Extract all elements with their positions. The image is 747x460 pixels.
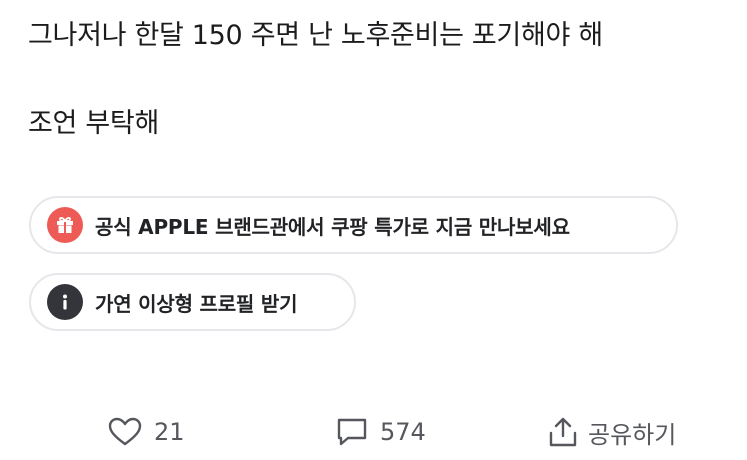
like-button[interactable]: 21 <box>108 410 185 454</box>
sponsored-link-label: 공식 APPLE 브랜드관에서 쿠팡 특가로 지금 만나보세요 <box>95 214 570 239</box>
heart-icon <box>108 417 142 447</box>
sponsored-link-chip[interactable]: 공식 APPLE 브랜드관에서 쿠팡 특가로 지금 만나보세요 <box>29 196 678 254</box>
comment-count: 574 <box>380 418 426 446</box>
post-text-line: 그나저나 한달 150 주면 난 노후준비는 포기해야 해 <box>28 20 603 51</box>
post-body: 그나저나 한달 150 주면 난 노후준비는 포기해야 해 조언 부탁해 <box>28 14 728 146</box>
profile-link-label: 가연 이상형 프로필 받기 <box>95 291 298 316</box>
profile-link-chip[interactable]: 가연 이상형 프로필 받기 <box>29 273 356 331</box>
gift-icon <box>47 207 83 243</box>
share-button[interactable]: 공유하기 <box>548 410 676 454</box>
info-icon <box>47 284 83 320</box>
comment-button[interactable]: 574 <box>336 410 426 454</box>
like-count: 21 <box>154 418 185 446</box>
comment-icon <box>336 417 368 447</box>
share-icon <box>548 416 578 448</box>
post-text-line: 조언 부탁해 <box>28 108 159 139</box>
share-label: 공유하기 <box>588 420 677 449</box>
